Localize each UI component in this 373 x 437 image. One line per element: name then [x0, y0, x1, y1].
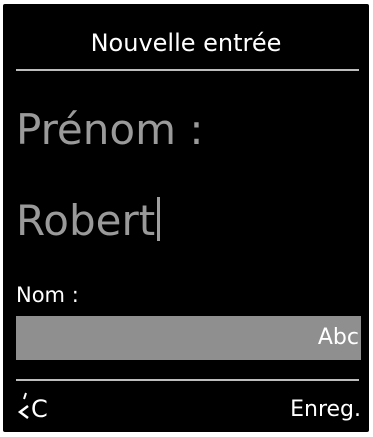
first-name-value: Robert [16, 196, 156, 245]
text-cursor [157, 197, 161, 241]
last-name-label: Nom : [16, 283, 79, 307]
clear-softkey-label: C [31, 395, 48, 423]
first-name-field[interactable]: Robert [16, 195, 161, 247]
last-name-field[interactable]: Abc [16, 316, 361, 360]
softkey-divider [16, 379, 359, 381]
backspace-clear-icon [17, 392, 29, 419]
display-screen: Nouvelle entrée Prénom : Robert Nom : Ab… [3, 4, 369, 432]
screen-title: Nouvelle entrée [90, 29, 282, 57]
phone-display-frame: Nouvelle entrée Prénom : Robert Nom : Ab… [0, 0, 373, 437]
input-mode-indicator: Abc [317, 325, 359, 350]
first-name-label: Prénom : [16, 105, 204, 154]
title-divider [16, 69, 359, 71]
save-softkey[interactable]: Enreg. [290, 396, 361, 424]
clear-softkey[interactable]: C [17, 389, 51, 427]
